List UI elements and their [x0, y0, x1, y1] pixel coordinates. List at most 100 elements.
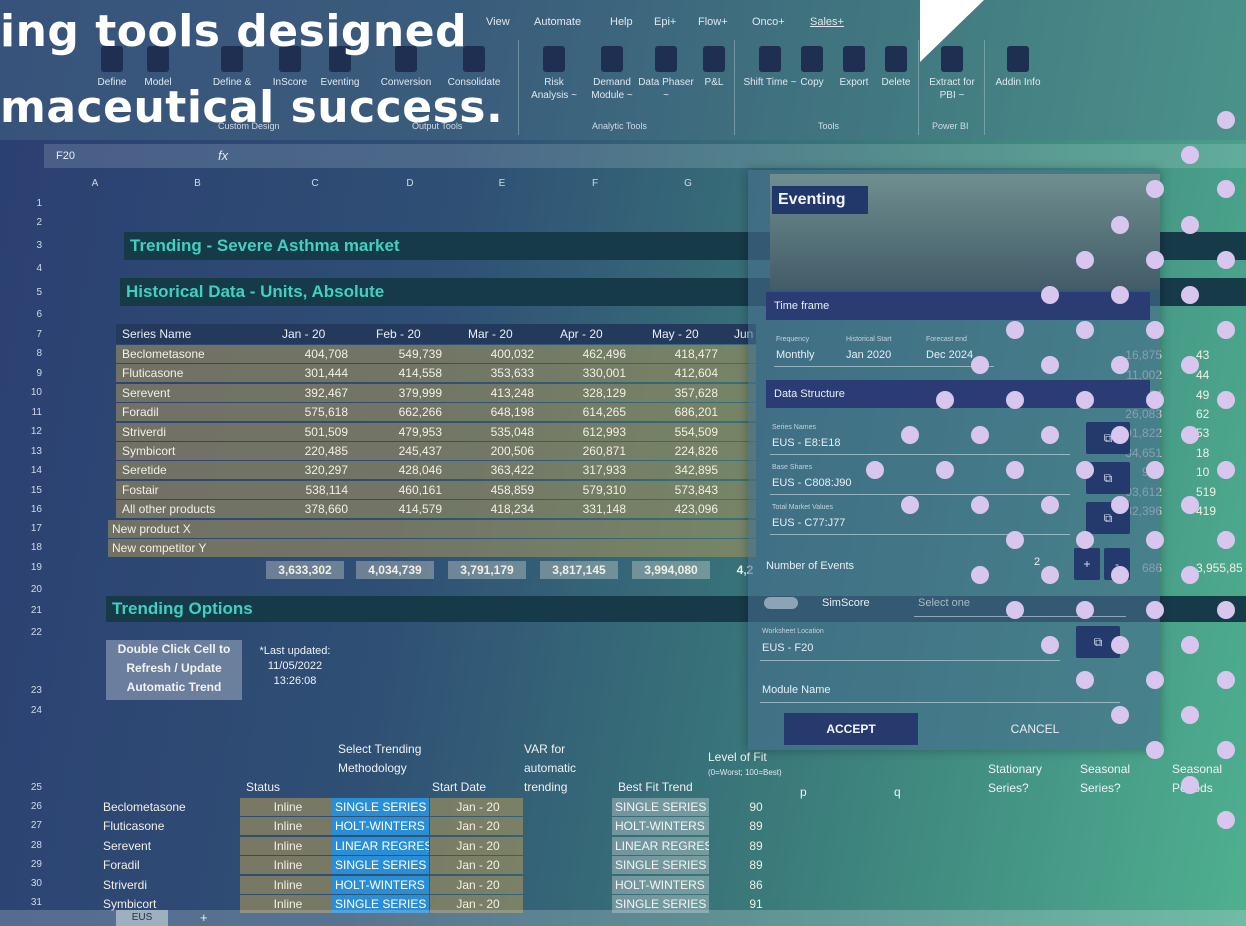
level-of-fit-cell[interactable]: 86: [708, 876, 801, 894]
value-cell[interactable]: 200,506: [448, 444, 534, 458]
refresh-cell[interactable]: Double Click Cell to Refresh / Update Au…: [106, 640, 242, 700]
row-header[interactable]: 11: [16, 407, 42, 418]
product-name[interactable]: Striverdi: [122, 425, 166, 439]
method-select[interactable]: SINGLE SERIES: [332, 856, 429, 875]
row-header[interactable]: 31: [16, 897, 42, 908]
addin-info-button[interactable]: Addin Info: [990, 46, 1046, 89]
value-cell[interactable]: 379,999: [356, 386, 442, 400]
value-cell[interactable]: 418,477: [632, 347, 718, 361]
row-header[interactable]: 14: [16, 465, 42, 476]
value-cell[interactable]: 328,129: [540, 386, 626, 400]
sheet-tab-eus[interactable]: EUS: [116, 910, 168, 926]
increment-button[interactable]: +: [1074, 548, 1100, 580]
product-name[interactable]: Fluticasone: [122, 366, 183, 380]
worksheet-location-input[interactable]: EUS - F20: [762, 642, 813, 654]
value-cell[interactable]: 538,114: [262, 483, 349, 497]
col-header-e[interactable]: E: [452, 174, 552, 194]
trend-row-name[interactable]: Striverdi: [100, 876, 238, 894]
row-header[interactable]: 19: [16, 562, 42, 573]
level-of-fit-cell[interactable]: 89: [708, 837, 801, 855]
row-header[interactable]: 13: [16, 446, 42, 457]
row-header[interactable]: 24: [16, 705, 42, 716]
value-cell[interactable]: 549,739: [356, 347, 442, 361]
row-header[interactable]: 21: [16, 605, 42, 616]
row-header[interactable]: 7: [16, 329, 42, 340]
method-select[interactable]: SINGLE SERIES: [332, 798, 429, 816]
row-header[interactable]: 15: [16, 485, 42, 496]
trend-row-name[interactable]: Fluticasone: [100, 817, 238, 835]
base-shares-input[interactable]: EUS - C808:J90: [772, 477, 851, 489]
value-cell[interactable]: 320,297: [262, 463, 348, 477]
value-cell[interactable]: 554,509: [632, 425, 718, 439]
best-fit-cell[interactable]: SINGLE SERIES -: [612, 856, 709, 875]
start-date-cell[interactable]: Jan - 20: [430, 875, 523, 894]
row-header[interactable]: 17: [16, 523, 42, 534]
level-of-fit-cell[interactable]: 90: [708, 798, 801, 816]
hist-start-select[interactable]: Jan 2020: [846, 349, 891, 361]
row-header[interactable]: 9: [16, 368, 42, 379]
level-of-fit-cell[interactable]: 89: [708, 817, 801, 835]
row-header[interactable]: 22: [16, 627, 42, 638]
value-cell[interactable]: 519: [1196, 485, 1246, 499]
value-cell[interactable]: 573,843: [632, 483, 718, 497]
status-cell[interactable]: Inline: [240, 875, 333, 894]
best-fit-cell[interactable]: SINGLE SERIES -: [612, 798, 709, 816]
value-cell[interactable]: 353,633: [448, 366, 534, 380]
value-cell[interactable]: 260,871: [540, 444, 626, 458]
value-cell[interactable]: 419: [1196, 504, 1246, 518]
value-cell[interactable]: 612,993: [540, 425, 626, 439]
product-name[interactable]: New product X: [112, 522, 191, 536]
value-cell[interactable]: 413,248: [448, 386, 534, 400]
row-header[interactable]: 28: [16, 840, 42, 851]
product-name[interactable]: Beclometasone: [122, 347, 205, 361]
product-name[interactable]: New competitor Y: [112, 541, 206, 555]
value-cell[interactable]: 648,198: [448, 405, 534, 419]
col-header-b[interactable]: B: [130, 174, 265, 194]
value-cell[interactable]: 43: [1196, 348, 1246, 362]
trend-row-name[interactable]: Beclometasone: [100, 798, 238, 816]
trend-row-name[interactable]: Serevent: [100, 837, 238, 855]
value-cell[interactable]: 501,509: [262, 425, 348, 439]
value-cell[interactable]: 404,708: [262, 347, 348, 361]
risk-analysis-button[interactable]: Risk Analysis ~: [526, 46, 582, 102]
row-header[interactable]: 8: [16, 348, 42, 359]
add-sheet-button[interactable]: +: [200, 910, 208, 926]
trend-row-name[interactable]: Foradil: [100, 856, 238, 874]
col-header-f[interactable]: F: [545, 174, 645, 194]
value-cell[interactable]: 400,032: [448, 347, 534, 361]
value-cell[interactable]: 479,953: [356, 425, 442, 439]
product-name[interactable]: Fostair: [122, 483, 159, 497]
value-cell[interactable]: 579,310: [540, 483, 626, 497]
row-header[interactable]: 30: [16, 878, 42, 889]
product-name[interactable]: Serevent: [122, 386, 170, 400]
value-cell[interactable]: 357,628: [632, 386, 718, 400]
product-name[interactable]: Symbicort: [122, 444, 175, 458]
status-cell[interactable]: Inline: [240, 856, 333, 875]
value-cell[interactable]: 378,660: [262, 502, 348, 516]
row-header[interactable]: 5: [16, 287, 42, 298]
value-cell[interactable]: 53: [1196, 426, 1246, 440]
forecast-end-select[interactable]: Dec 2024: [926, 349, 973, 361]
row-header[interactable]: 25: [16, 782, 42, 793]
frequency-select[interactable]: Monthly: [776, 349, 815, 361]
value-cell[interactable]: 614,265: [540, 405, 626, 419]
start-date-cell[interactable]: Jan - 20: [430, 817, 523, 836]
method-select[interactable]: HOLT-WINTERS: [332, 817, 429, 836]
value-cell[interactable]: 460,161: [356, 483, 442, 497]
accept-button[interactable]: ACCEPT: [784, 713, 918, 745]
value-cell[interactable]: 414,579: [356, 502, 442, 516]
cancel-button[interactable]: CANCEL: [990, 713, 1080, 745]
row-header[interactable]: 4: [16, 263, 42, 274]
product-name[interactable]: All other products: [122, 502, 215, 516]
status-cell[interactable]: Inline: [240, 836, 333, 855]
simscore-toggle[interactable]: [764, 597, 798, 609]
row-header[interactable]: 18: [16, 542, 42, 553]
demand-module-button[interactable]: Demand Module ~: [584, 46, 640, 102]
row-header[interactable]: 6: [16, 309, 42, 320]
menu-epi[interactable]: Epi+: [654, 16, 676, 28]
value-cell[interactable]: 317,933: [540, 463, 626, 477]
value-cell[interactable]: 662,266: [356, 405, 442, 419]
total-cell[interactable]: 3,633,302: [266, 561, 344, 579]
value-cell[interactable]: 220,485: [262, 444, 348, 458]
value-cell[interactable]: 423,096: [632, 502, 718, 516]
